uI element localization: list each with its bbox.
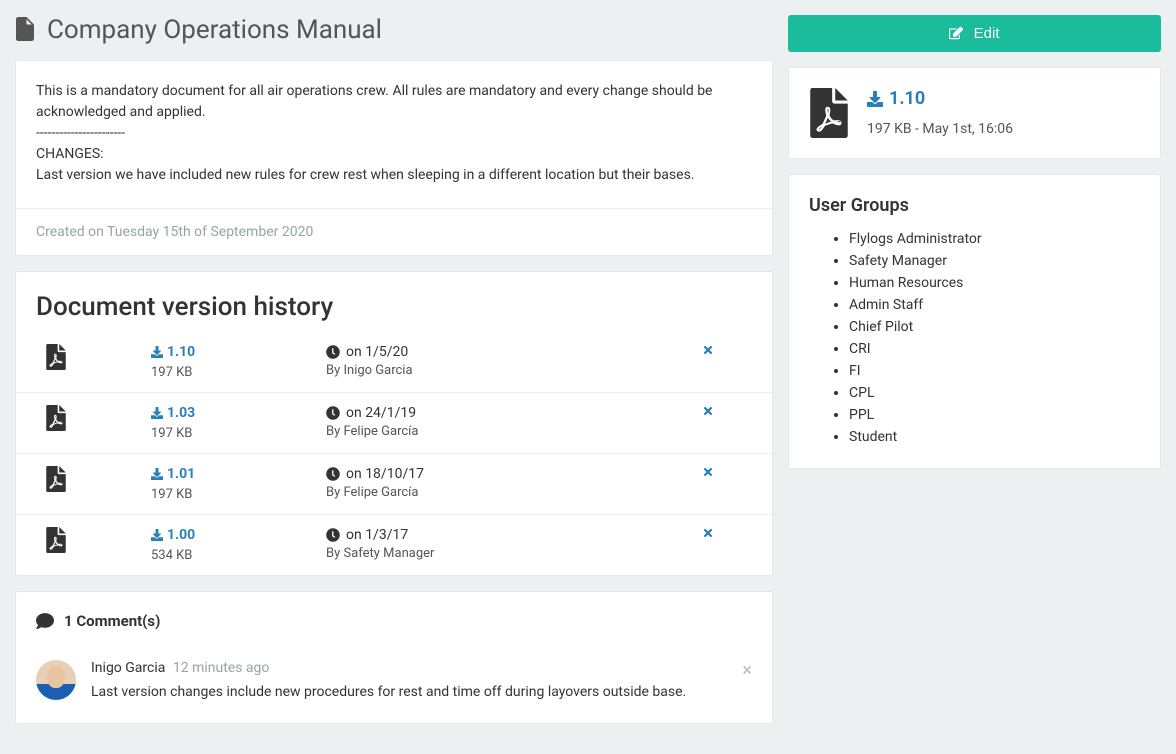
avatar bbox=[36, 660, 76, 700]
edit-icon bbox=[949, 26, 963, 40]
version-date: on 18/10/17 bbox=[346, 466, 424, 482]
comments-panel: 1 Comment(s) Inigo Garcia 12 minutes ago… bbox=[15, 591, 773, 724]
pdf-icon bbox=[46, 344, 66, 370]
edit-button[interactable]: Edit bbox=[788, 15, 1161, 52]
version-date: on 1/3/17 bbox=[346, 527, 408, 543]
comments-header: 1 Comment(s) bbox=[16, 592, 772, 650]
user-group-item: Student bbox=[849, 426, 1140, 448]
download-icon bbox=[151, 529, 163, 541]
version-number: 1.10 bbox=[167, 344, 195, 360]
created-on: Created on Tuesday 15th of September 202… bbox=[16, 208, 772, 255]
version-download-link[interactable]: 1.03 bbox=[151, 405, 195, 421]
download-icon bbox=[151, 468, 163, 480]
pdf-icon bbox=[46, 466, 66, 492]
current-version-link[interactable]: 1.10 bbox=[867, 88, 925, 109]
comment-author: Inigo Garcia bbox=[91, 660, 165, 676]
version-date: on 1/5/20 bbox=[346, 344, 408, 360]
comments-count: 1 Comment(s) bbox=[64, 612, 160, 630]
download-icon bbox=[151, 407, 163, 419]
user-group-item: Admin Staff bbox=[849, 294, 1140, 316]
page-title: Company Operations Manual bbox=[47, 15, 382, 45]
version-author: By Felipe García bbox=[326, 485, 702, 500]
version-date: on 24/1/19 bbox=[346, 405, 416, 421]
current-file-panel: 1.10 197 KB - May 1st, 16:06 bbox=[788, 67, 1161, 159]
version-size: 197 KB bbox=[151, 365, 326, 380]
download-icon bbox=[151, 346, 163, 358]
version-size: 197 KB bbox=[151, 426, 326, 441]
history-row: 1.01 197 KB on 18/10/17 By Felipe García bbox=[16, 453, 772, 514]
version-number: 1.03 bbox=[167, 405, 195, 421]
version-number: 1.01 bbox=[167, 466, 195, 482]
version-history-panel: Document version history 1.10 197 KB on … bbox=[15, 271, 773, 576]
version-number: 1.00 bbox=[167, 527, 195, 543]
user-group-item: Flylogs Administrator bbox=[849, 228, 1140, 250]
delete-version-button[interactable] bbox=[702, 527, 752, 539]
user-group-item: CRI bbox=[849, 338, 1140, 360]
description-line: CHANGES: bbox=[36, 144, 752, 165]
current-version-number: 1.10 bbox=[889, 88, 925, 109]
description-line: Last version we have included new rules … bbox=[36, 165, 752, 186]
download-icon bbox=[867, 91, 883, 107]
page-title-row: Company Operations Manual bbox=[15, 15, 773, 45]
version-author: By Safety Manager bbox=[326, 546, 702, 561]
description-panel: This is a mandatory document for all air… bbox=[15, 60, 773, 256]
version-author: By Felipe García bbox=[326, 424, 702, 439]
history-title: Document version history bbox=[16, 272, 772, 332]
clock-icon bbox=[326, 528, 340, 542]
file-icon bbox=[15, 17, 37, 43]
version-download-link[interactable]: 1.10 bbox=[151, 344, 195, 360]
user-group-item: PPL bbox=[849, 404, 1140, 426]
user-group-item: Human Resources bbox=[849, 272, 1140, 294]
clock-icon bbox=[326, 467, 340, 481]
pdf-icon bbox=[46, 527, 66, 553]
edit-label: Edit bbox=[974, 25, 1000, 42]
description-line: This is a mandatory document for all air… bbox=[36, 81, 752, 123]
version-size: 534 KB bbox=[151, 548, 326, 563]
user-groups-title: User Groups bbox=[809, 195, 1140, 216]
description-text: This is a mandatory document for all air… bbox=[36, 81, 752, 186]
user-group-item: Safety Manager bbox=[849, 250, 1140, 272]
user-group-item: CPL bbox=[849, 382, 1140, 404]
clock-icon bbox=[326, 345, 340, 359]
user-groups-panel: User Groups Flylogs AdministratorSafety … bbox=[788, 174, 1161, 469]
user-group-item: FI bbox=[849, 360, 1140, 382]
close-icon[interactable]: × bbox=[742, 660, 752, 681]
version-author: By Inigo Garcia bbox=[326, 363, 702, 378]
history-row: 1.00 534 KB on 1/3/17 By Safety Manager bbox=[16, 514, 772, 575]
comment-icon bbox=[36, 612, 54, 630]
history-row: 1.03 197 KB on 24/1/19 By Felipe García bbox=[16, 392, 772, 453]
version-size: 197 KB bbox=[151, 487, 326, 502]
user-group-item: Chief Pilot bbox=[849, 316, 1140, 338]
delete-version-button[interactable] bbox=[702, 344, 752, 356]
pdf-icon bbox=[46, 405, 66, 431]
history-row: 1.10 197 KB on 1/5/20 By Inigo Garcia bbox=[16, 332, 772, 392]
clock-icon bbox=[326, 406, 340, 420]
comment-text: Last version changes include new procedu… bbox=[91, 682, 752, 703]
version-download-link[interactable]: 1.01 bbox=[151, 466, 195, 482]
description-line: ----------------------- bbox=[36, 123, 752, 144]
pdf-icon bbox=[809, 88, 849, 138]
delete-version-button[interactable] bbox=[702, 405, 752, 417]
comment-time: 12 minutes ago bbox=[173, 660, 270, 676]
version-download-link[interactable]: 1.00 bbox=[151, 527, 195, 543]
delete-version-button[interactable] bbox=[702, 466, 752, 478]
file-meta: 197 KB - May 1st, 16:06 bbox=[867, 121, 1013, 137]
